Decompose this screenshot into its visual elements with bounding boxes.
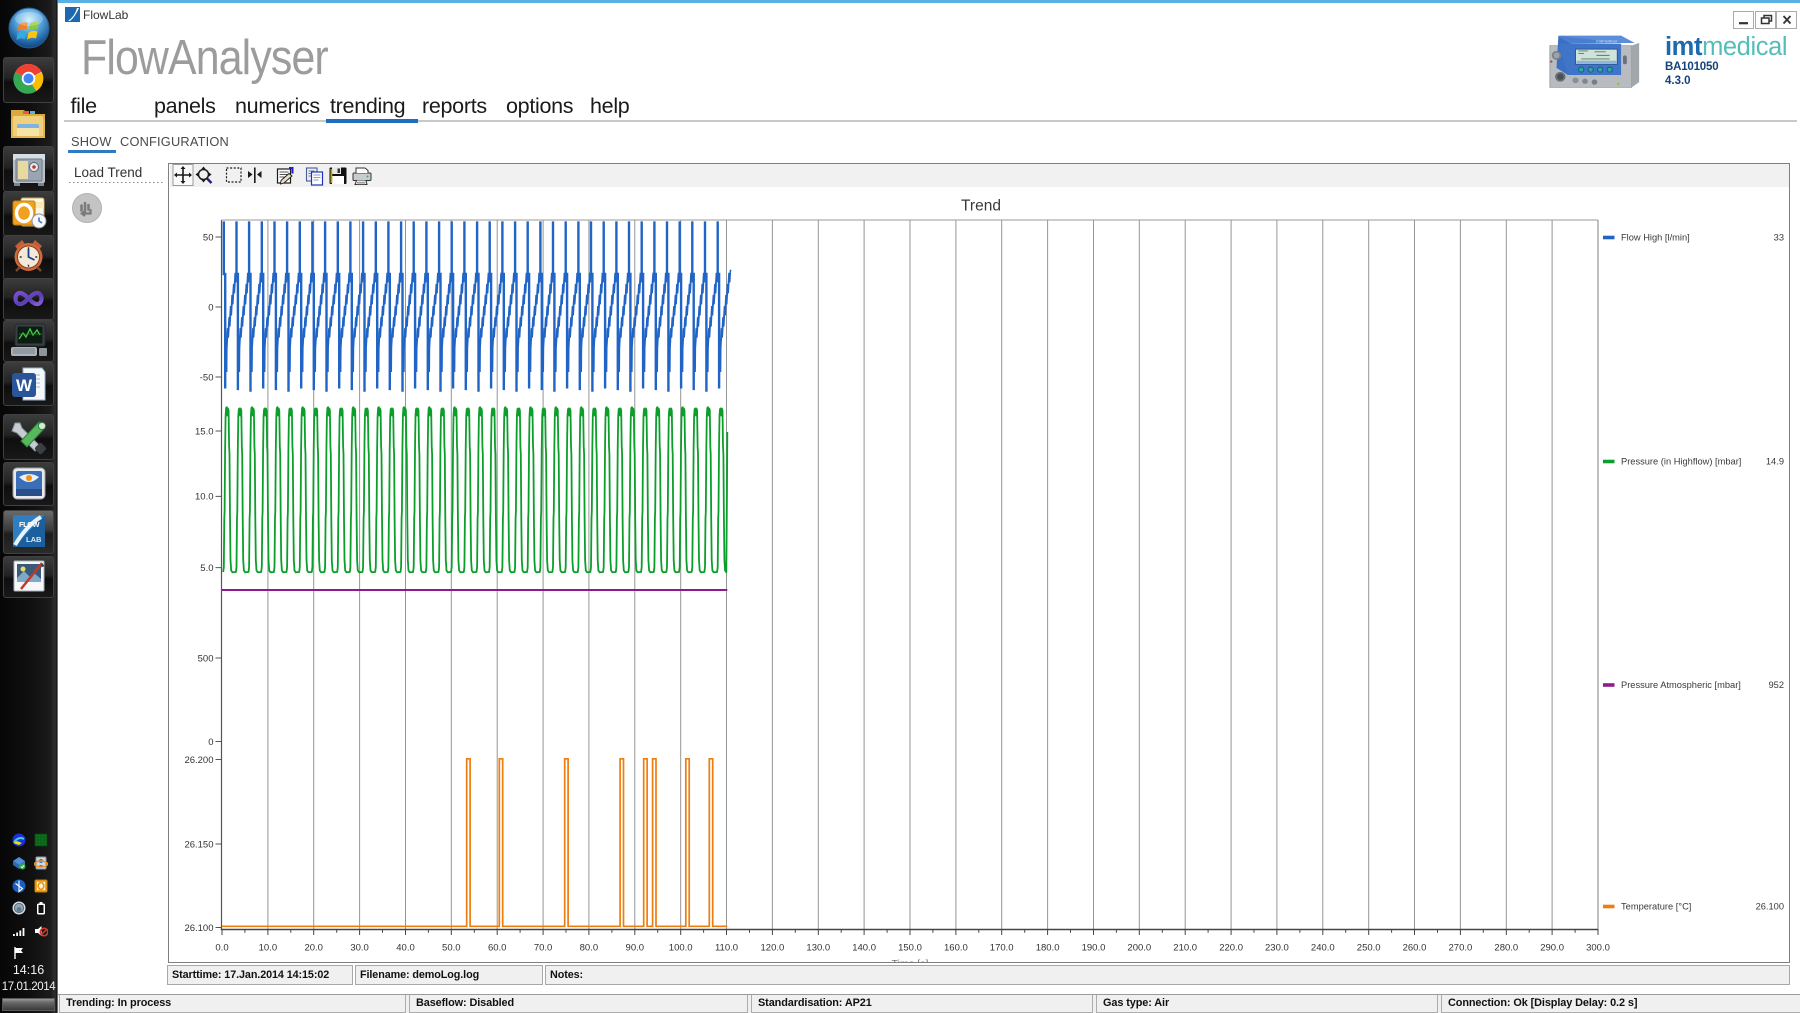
- svg-text:240.0: 240.0: [1311, 943, 1335, 954]
- svg-text:250.0: 250.0: [1357, 943, 1381, 954]
- svg-text:180.0: 180.0: [1036, 943, 1060, 954]
- svg-text:60.0: 60.0: [488, 943, 507, 954]
- svg-text:100.0: 100.0: [669, 943, 693, 954]
- svg-text:0: 0: [208, 737, 213, 748]
- svg-text:190.0: 190.0: [1082, 943, 1106, 954]
- svg-text:10.0: 10.0: [259, 943, 278, 954]
- svg-text:W: W: [16, 376, 33, 395]
- svg-text:5.0: 5.0: [200, 563, 213, 574]
- svg-text:40.0: 40.0: [396, 943, 415, 954]
- svg-text:952: 952: [1768, 680, 1784, 690]
- svg-text:270.0: 270.0: [1449, 943, 1473, 954]
- svg-text:500: 500: [198, 653, 214, 664]
- svg-text:230.0: 230.0: [1265, 943, 1289, 954]
- svg-text:26.150: 26.150: [184, 839, 213, 850]
- svg-text:130.0: 130.0: [806, 943, 830, 954]
- svg-text:Temperature [°C]: Temperature [°C]: [1621, 902, 1691, 912]
- svg-text:300.0: 300.0: [1586, 943, 1610, 954]
- svg-text:110.0: 110.0: [715, 943, 738, 954]
- svg-text:30.0: 30.0: [350, 943, 369, 954]
- svg-text:LAB: LAB: [26, 535, 42, 544]
- svg-text:33: 33: [1774, 233, 1784, 243]
- svg-text:26.200: 26.200: [184, 755, 213, 766]
- svg-text:70.0: 70.0: [534, 943, 553, 954]
- svg-text:14.9: 14.9: [1766, 457, 1784, 467]
- svg-text:50.0: 50.0: [442, 943, 461, 954]
- svg-text:260.0: 260.0: [1403, 943, 1427, 954]
- svg-text:10.0: 10.0: [195, 492, 214, 503]
- svg-text:140.0: 140.0: [852, 943, 876, 954]
- svg-text:Pressure Atmospheric [mbar]: Pressure Atmospheric [mbar]: [1621, 680, 1741, 690]
- svg-text:280.0: 280.0: [1494, 943, 1518, 954]
- svg-text:Pressure (in Highflow) [mbar]: Pressure (in Highflow) [mbar]: [1621, 457, 1741, 467]
- svg-text:220.0: 220.0: [1219, 943, 1243, 954]
- svg-text:160.0: 160.0: [944, 943, 968, 954]
- svg-text:80.0: 80.0: [580, 943, 599, 954]
- svg-text:200.0: 200.0: [1127, 943, 1151, 954]
- svg-text:90.0: 90.0: [626, 943, 645, 954]
- svg-text:0: 0: [208, 302, 213, 313]
- svg-text:26.100: 26.100: [184, 923, 213, 934]
- svg-text:Time [s]: Time [s]: [892, 958, 929, 963]
- svg-text:150.0: 150.0: [898, 943, 922, 954]
- svg-text:imtmedical: imtmedical: [1596, 39, 1616, 44]
- svg-text:15.0: 15.0: [195, 426, 214, 437]
- svg-text:Flow High [l/min]: Flow High [l/min]: [1621, 233, 1690, 243]
- svg-text:170.0: 170.0: [990, 943, 1014, 954]
- svg-text:FLOW: FLOW: [19, 520, 40, 529]
- svg-text:50: 50: [203, 232, 214, 243]
- svg-text:Trend: Trend: [961, 198, 1001, 215]
- svg-text:20.0: 20.0: [304, 943, 323, 954]
- svg-text:120.0: 120.0: [761, 943, 785, 954]
- svg-text:-50: -50: [200, 372, 214, 383]
- svg-text:0.0: 0.0: [215, 943, 228, 954]
- svg-text:210.0: 210.0: [1173, 943, 1197, 954]
- svg-text:26.100: 26.100: [1756, 902, 1784, 912]
- svg-text:290.0: 290.0: [1540, 943, 1564, 954]
